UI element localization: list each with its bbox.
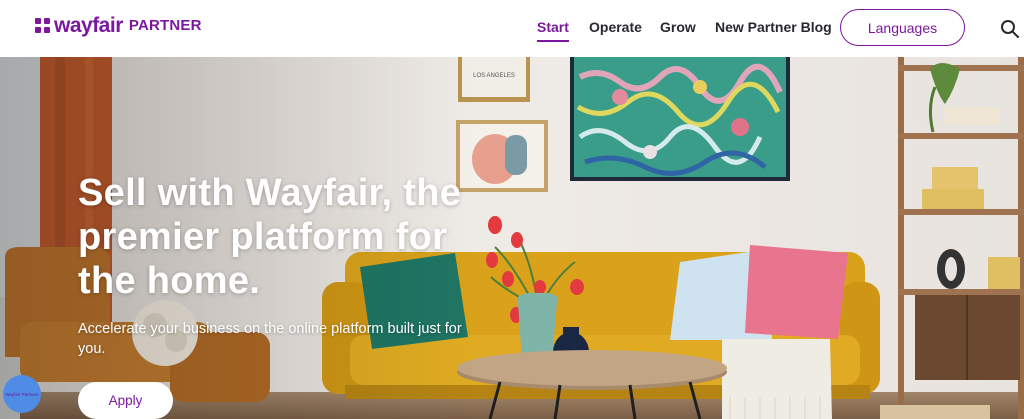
hero-title: Sell with Wayfair, the premier platform … — [78, 172, 462, 302]
languages-button[interactable]: Languages — [840, 9, 965, 46]
hero-section: LOS ANGELES Sell with Wayfair, the premi… — [0, 57, 1024, 419]
top-navigation-bar: wayfair PARTNER Start Operate Grow New P… — [0, 0, 1024, 57]
apply-button[interactable]: Apply — [78, 382, 173, 419]
wayfair-partner-logo[interactable]: wayfair PARTNER — [35, 15, 202, 37]
nav-start[interactable]: Start — [537, 19, 569, 42]
logo-partner-label: PARTNER — [128, 17, 202, 34]
search-icon[interactable] — [1000, 19, 1020, 39]
hero-subtitle: Accelerate your business on the online p… — [78, 321, 462, 357]
wayfair-logo-icon — [35, 18, 51, 34]
wayfair-partners-badge[interactable]: Wayfair Partners — [3, 375, 41, 413]
nav-operate[interactable]: Operate — [589, 19, 642, 39]
logo-wordmark: wayfair — [54, 14, 123, 37]
nav-new-partner-blog[interactable]: New Partner Blog — [715, 19, 832, 39]
nav-grow[interactable]: Grow — [660, 19, 696, 39]
